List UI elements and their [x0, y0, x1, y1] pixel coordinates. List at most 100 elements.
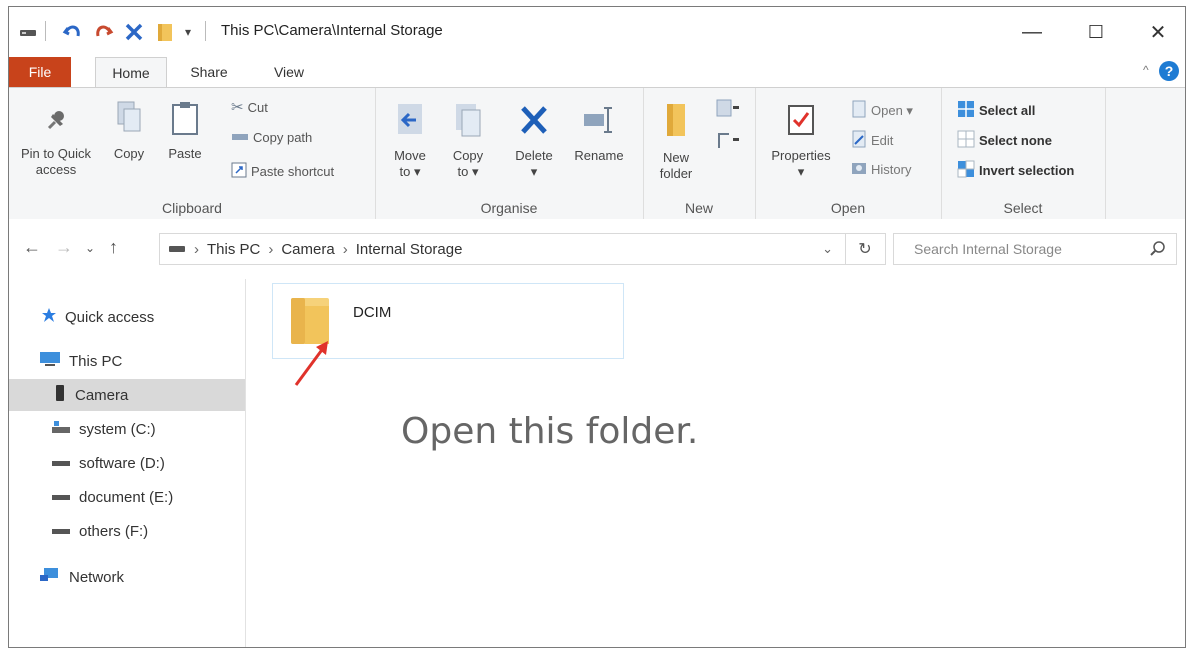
invert-selection-icon: [957, 160, 975, 181]
drive-icon: [51, 489, 71, 506]
collapse-ribbon-icon[interactable]: ^: [1143, 63, 1149, 77]
organise-group: Move to ▾ Copy to ▾ Delete ▾ Rename Orga…: [375, 88, 644, 220]
breadcrumb-this-pc[interactable]: This PC: [207, 241, 260, 258]
new-folder-label-line2: folder: [659, 166, 693, 181]
select-all-label: Select all: [979, 103, 1036, 118]
address-row: ← → ⌄ ↑ › This PC › Camera › Internal St…: [9, 219, 1185, 279]
rename-button[interactable]: Rename: [567, 102, 631, 164]
nav-label: system (C:): [79, 420, 156, 438]
edit-button[interactable]: Edit: [851, 130, 893, 151]
properties-icon: [763, 102, 839, 142]
new-item-icon[interactable]: [715, 98, 745, 125]
copy-to-icon: [445, 102, 491, 142]
ribbon-tabs: File Home Share View ^ ?: [9, 57, 1185, 89]
maximize-button[interactable]: ☐: [1073, 15, 1119, 49]
address-dropdown-icon[interactable]: ⌄: [822, 241, 833, 257]
recent-locations-chevron-icon[interactable]: ⌄: [85, 241, 95, 255]
move-to-label-line2: to ▾: [399, 164, 421, 179]
folder-quick-icon[interactable]: [155, 21, 175, 43]
breadcrumb-camera[interactable]: Camera: [281, 241, 334, 258]
copy-to-label-line1: Copy: [452, 148, 484, 163]
tab-home[interactable]: Home: [95, 57, 167, 89]
properties-label-line1: Properties: [771, 148, 831, 163]
new-folder-icon: [647, 102, 705, 144]
delete-quick-icon[interactable]: [123, 21, 145, 43]
rename-icon: [567, 102, 631, 142]
organise-group-label: Organise: [480, 200, 538, 216]
nav-item-software-d[interactable]: software (D:): [9, 447, 245, 479]
redo-icon[interactable]: [93, 21, 115, 43]
copy-label: Copy: [113, 146, 145, 161]
open-label: Open ▾: [871, 102, 913, 118]
back-arrow-icon[interactable]: ←: [23, 237, 41, 258]
forward-arrow-icon[interactable]: →: [55, 237, 73, 258]
help-icon[interactable]: ?: [1159, 61, 1179, 81]
folder-name: DCIM: [353, 304, 392, 321]
paste-button[interactable]: Paste: [161, 100, 209, 162]
undo-icon[interactable]: [61, 21, 83, 43]
clipboard-group: Pin to Quick access Copy Paste ✂ Cut Cop…: [9, 88, 376, 220]
refresh-button[interactable]: ↻: [845, 233, 886, 265]
system-drive-icon: [51, 420, 71, 438]
copy-button[interactable]: Copy: [105, 100, 153, 162]
nav-label: document (E:): [79, 488, 174, 506]
copy-icon: [105, 100, 153, 140]
title-bar: ▾ This PC\Camera\Internal Storage — ☐ ✕: [9, 7, 1185, 57]
nav-label: Camera: [75, 386, 129, 404]
nav-label: Network: [69, 568, 125, 586]
delete-icon: [509, 102, 559, 142]
pin-label-line1: Pin to Quick: [20, 146, 92, 161]
paste-shortcut-button[interactable]: Paste shortcut: [231, 162, 334, 181]
nav-item-document-e[interactable]: document (E:): [9, 481, 245, 513]
search-icon[interactable]: [1150, 240, 1166, 259]
nav-item-this-pc[interactable]: This PC: [9, 345, 245, 377]
refresh-icon: ↻: [858, 241, 872, 258]
nav-label: Quick access: [65, 308, 155, 326]
tab-share[interactable]: Share: [179, 57, 239, 87]
new-group: New folder New: [643, 88, 756, 220]
easy-access-icon[interactable]: [715, 130, 745, 157]
nav-item-camera[interactable]: Camera: [9, 379, 245, 411]
nav-item-system-c[interactable]: system (C:): [9, 413, 245, 445]
nav-label: others (F:): [79, 522, 149, 540]
nav-item-quick-access[interactable]: Quick access: [9, 301, 245, 333]
properties-label-line2: ▾: [797, 164, 805, 179]
invert-selection-button[interactable]: Invert selection: [957, 160, 1074, 181]
nav-item-others-f[interactable]: others (F:): [9, 515, 245, 547]
drive-icon[interactable]: [19, 21, 37, 43]
computer-icon: [39, 351, 61, 371]
window-title: This PC\Camera\Internal Storage: [221, 22, 443, 39]
breadcrumb-internal-storage[interactable]: Internal Storage: [356, 241, 463, 258]
history-button[interactable]: History: [851, 160, 911, 179]
select-none-button[interactable]: Select none: [957, 130, 1052, 151]
new-folder-button[interactable]: New folder: [647, 102, 705, 182]
up-arrow-icon[interactable]: ↑: [109, 237, 118, 258]
cut-button[interactable]: ✂ Cut: [231, 98, 268, 116]
copy-to-button[interactable]: Copy to ▾: [445, 102, 491, 180]
tab-view[interactable]: View: [259, 57, 319, 87]
search-box[interactable]: Search Internal Storage: [893, 233, 1177, 265]
copy-path-button[interactable]: Copy path: [231, 130, 312, 145]
drive-icon: [168, 241, 186, 258]
edit-label: Edit: [871, 133, 894, 148]
nav-item-network[interactable]: Network: [9, 561, 245, 593]
address-bar[interactable]: › This PC › Camera › Internal Storage ⌄: [159, 233, 846, 265]
close-button[interactable]: ✕: [1135, 15, 1181, 49]
properties-button[interactable]: Properties ▾: [763, 102, 839, 180]
pointer-arrow-icon: [294, 341, 328, 386]
pin-to-quick-access-button[interactable]: Pin to Quick access: [13, 106, 99, 178]
navigation-pane: Quick access This PC Camera system (C:) …: [9, 279, 246, 647]
move-to-button[interactable]: Move to ▾: [387, 102, 433, 180]
drive-icon: [51, 523, 71, 540]
instruction-text: Open this folder.: [401, 411, 699, 452]
minimize-button[interactable]: —: [1009, 15, 1055, 49]
open-button[interactable]: Open ▾: [851, 100, 913, 121]
select-none-label: Select none: [979, 133, 1052, 148]
delete-button[interactable]: Delete ▾: [509, 102, 559, 180]
quick-access-dropdown-icon[interactable]: ▾: [181, 21, 195, 43]
select-none-icon: [957, 130, 975, 151]
edit-icon: [851, 130, 867, 151]
star-icon: [41, 307, 57, 327]
select-all-button[interactable]: Select all: [957, 100, 1035, 121]
tab-file[interactable]: File: [9, 57, 71, 87]
